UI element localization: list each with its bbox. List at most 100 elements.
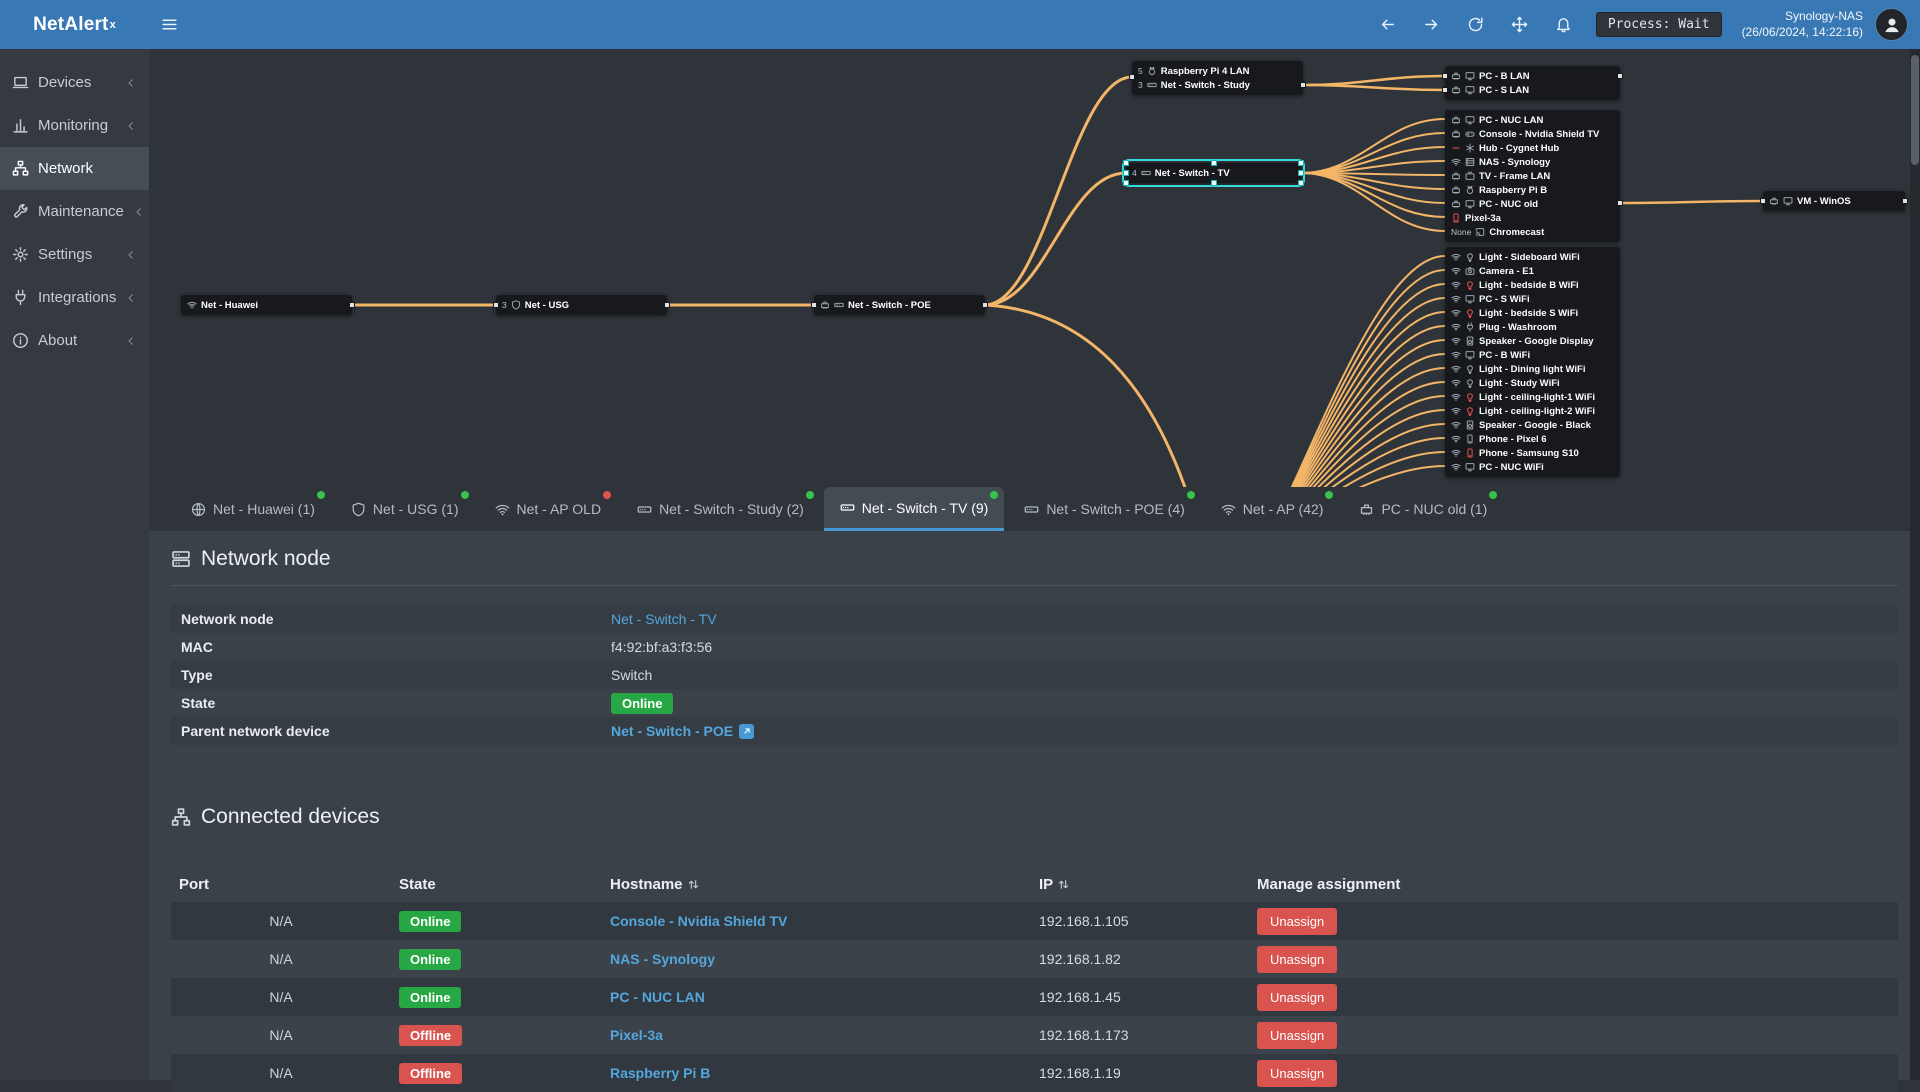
topology-node-vm-winos[interactable]: VM - WinOS [1763,191,1905,211]
topology-device-light-ceiling-light-2-wifi[interactable]: Light - ceiling-light-2 WiFi [1445,404,1620,418]
parent-node-link[interactable]: Net - Switch - POE [611,723,733,739]
topology-node-net-usg[interactable]: 3Net - USG [496,295,667,315]
unassign-button[interactable]: Unassign [1257,984,1337,1011]
status-dot [1325,491,1333,499]
rpi-icon [1465,185,1475,195]
tab-net-switch-poe-4[interactable]: Net - Switch - POE (4) [1008,487,1200,531]
node-link[interactable]: Net - Switch - TV [611,611,717,627]
column-ip-sort[interactable]: IP [1031,867,1249,902]
hostname-link[interactable]: NAS - Synology [610,951,715,967]
state-cell: Online [391,902,602,940]
unassign-button[interactable]: Unassign [1257,908,1337,935]
topology-device-net-switch-tv[interactable]: 4Net - Switch - TV [1126,166,1301,180]
server-name: Synology-NAS [1742,9,1863,25]
topology-device-net-huawei[interactable]: Net - Huawei [181,298,352,312]
topology-device-hub-cygnet-hub[interactable]: Hub - Cygnet Hub [1445,141,1620,155]
hostname-link[interactable]: Raspberry Pi B [610,1065,710,1081]
topology-node-net-switch-tv[interactable]: 4Net - Switch - TV [1126,163,1301,183]
sidebar-item-network[interactable]: Network [0,147,149,190]
selection-handle[interactable] [1123,170,1129,176]
topology-device-chromecast[interactable]: NoneChromecast [1445,225,1620,239]
topology-device-speaker-google-black[interactable]: Speaker - Google - Black [1445,418,1620,432]
topology-device-light-bedside-b-wifi[interactable]: Light - bedside B WiFi [1445,278,1620,292]
sidebar-item-maintenance[interactable]: Maintenance [0,190,149,233]
topology-device-net-switch-poe[interactable]: Net - Switch - POE [814,298,985,312]
scrollbar-thumb[interactable] [1911,55,1919,165]
sort-icon[interactable] [687,878,700,891]
scrollbar[interactable] [1910,49,1920,1080]
topology-device-console-nvidia-shield-tv[interactable]: Console - Nvidia Shield TV [1445,127,1620,141]
topology-device-light-study-wifi[interactable]: Light - Study WiFi [1445,376,1620,390]
refresh-button[interactable] [1456,0,1496,49]
nav-forward-button[interactable] [1412,0,1452,49]
selection-handle[interactable] [1211,180,1217,186]
topology-device-camera-e1[interactable]: Camera - E1 [1445,264,1620,278]
topology-device-net-usg[interactable]: 3Net - USG [496,298,667,312]
tab-net-ap-old[interactable]: Net - AP OLD [479,487,618,531]
tab-net-switch-tv-9[interactable]: Net - Switch - TV (9) [824,487,1005,531]
topology-device-raspberry-pi-4-lan[interactable]: 5Raspberry Pi 4 LAN [1132,64,1303,78]
topology-device-pc-s-wifi[interactable]: PC - S WiFi [1445,292,1620,306]
selection-handle[interactable] [1211,160,1217,166]
hostname-link[interactable]: Pixel-3a [610,1027,663,1043]
selection-handle[interactable] [1298,160,1304,166]
sort-icon[interactable] [1057,878,1070,891]
node-fields: Network nodeNet - Switch - TVMACf4:92:bf… [171,605,1898,745]
topology-device-light-sideboard-wifi[interactable]: Light - Sideboard WiFi [1445,250,1620,264]
tab-pc-nuc-old-1[interactable]: PC - NUC old (1) [1343,487,1503,531]
selection-handle[interactable] [1123,160,1129,166]
tab-net-huawei-1[interactable]: Net - Huawei (1) [175,487,331,531]
topology-device-nas-synology[interactable]: NAS - Synology [1445,155,1620,169]
topology-device-pc-nuc-old[interactable]: PC - NUC old [1445,197,1620,211]
hostname-link[interactable]: PC - NUC LAN [610,989,705,1005]
topology-device-phone-samsung-s10[interactable]: Phone - Samsung S10 [1445,446,1620,460]
sidebar-item-about[interactable]: About [0,319,149,362]
topology-device-tv-frame-lan[interactable]: TV - Frame LAN [1445,169,1620,183]
topology-device-raspberry-pi-b[interactable]: Raspberry Pi B [1445,183,1620,197]
topology-device-light-dining-light-wifi[interactable]: Light - Dining light WiFi [1445,362,1620,376]
sidebar-item-integrations[interactable]: Integrations [0,276,149,319]
pan-mode-button[interactable] [1500,0,1540,49]
topology-device-pc-nuc-lan[interactable]: PC - NUC LAN [1445,113,1620,127]
tab-net-switch-study-2[interactable]: Net - Switch - Study (2) [621,487,820,531]
topology-device-plug-washroom[interactable]: Plug - Washroom [1445,320,1620,334]
selection-handle[interactable] [1123,180,1129,186]
topology-node-net-huawei[interactable]: Net - Huawei [181,295,352,315]
topology-node-group-ap-devices[interactable]: Light - Sideboard WiFiCamera - E1Light -… [1445,247,1620,477]
topology-device-light-ceiling-light-1-wifi[interactable]: Light - ceiling-light-1 WiFi [1445,390,1620,404]
topology-device-net-switch-study[interactable]: 3Net - Switch - Study [1132,78,1303,92]
unassign-button[interactable]: Unassign [1257,946,1337,973]
selection-handle[interactable] [1298,180,1304,186]
tab-net-usg-1[interactable]: Net - USG (1) [335,487,475,531]
column-hostname-sort[interactable]: Hostname [602,867,1031,902]
topology-device-pc-b-lan[interactable]: PC - B LAN [1445,69,1620,83]
topology-device-pc-s-lan[interactable]: PC - S LAN [1445,83,1620,97]
topology-node-group-pc-lan[interactable]: PC - B LANPC - S LAN [1445,66,1620,100]
topology-device-vm-winos[interactable]: VM - WinOS [1763,194,1905,208]
port-prefix: 5 [1138,66,1143,76]
sidebar-item-settings[interactable]: Settings [0,233,149,276]
notifications-button[interactable] [1544,0,1584,49]
topology-device-phone-pixel-6[interactable]: Phone - Pixel 6 [1445,432,1620,446]
hostname-link[interactable]: Console - Nvidia Shield TV [610,913,787,929]
chevron-left-icon [125,120,137,132]
topology-device-speaker-google-display[interactable]: Speaker - Google Display [1445,334,1620,348]
topology-device-pc-nuc-wifi[interactable]: PC - NUC WiFi [1445,460,1620,474]
external-link-icon[interactable] [739,724,754,739]
user-avatar[interactable] [1875,8,1908,41]
tab-net-ap-42[interactable]: Net - AP (42) [1205,487,1340,531]
topology-device-light-bedside-s-wifi[interactable]: Light - bedside S WiFi [1445,306,1620,320]
topology-device-pixel-3a[interactable]: Pixel-3a [1445,211,1620,225]
selection-handle[interactable] [1298,170,1304,176]
nav-back-button[interactable] [1368,0,1408,49]
chevron-left-icon [125,77,137,89]
topology-node-group-tv-devices[interactable]: PC - NUC LANConsole - Nvidia Shield TVHu… [1445,110,1620,242]
sidebar-item-monitoring[interactable]: Monitoring [0,104,149,147]
topology-node-group-study[interactable]: 5Raspberry Pi 4 LAN3Net - Switch - Study [1132,61,1303,95]
sidebar-toggle-button[interactable] [149,0,189,49]
unassign-button[interactable]: Unassign [1257,1060,1337,1087]
sidebar-item-devices[interactable]: Devices [0,61,149,104]
topology-node-net-switch-poe[interactable]: Net - Switch - POE [814,295,985,315]
unassign-button[interactable]: Unassign [1257,1022,1337,1049]
topology-device-pc-b-wifi[interactable]: PC - B WiFi [1445,348,1620,362]
